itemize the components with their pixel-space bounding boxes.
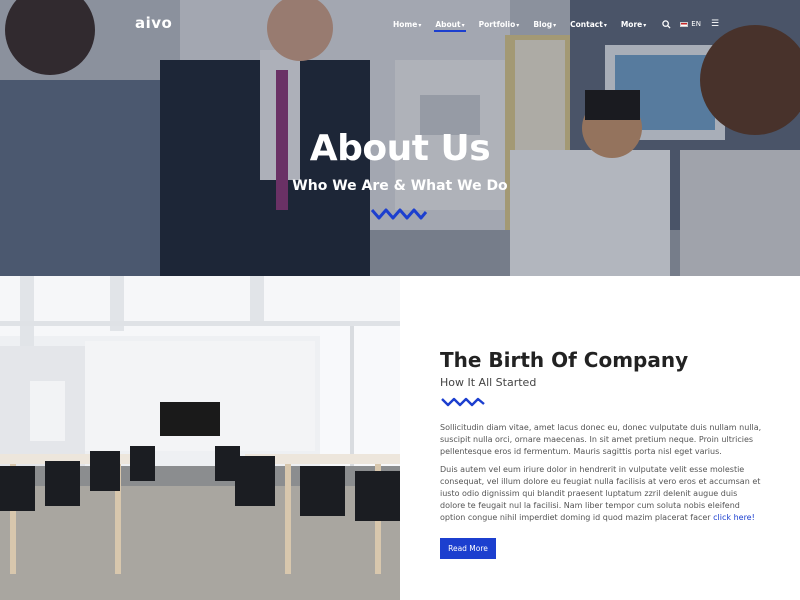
section-subtitle: How It All Started (440, 376, 537, 389)
read-more-button[interactable]: Read More (440, 538, 496, 559)
language-selector[interactable]: EN (680, 20, 701, 28)
section-paragraph-2: Duis autem vel eum iriure dolor in hendr… (440, 464, 762, 524)
nav-portfolio[interactable]: Portfolio▾ (479, 20, 520, 29)
nav-about[interactable]: About▾ (434, 20, 466, 32)
section-paragraph-1: Sollicitudin diam vitae, amet lacus done… (440, 423, 762, 456)
chevron-down-icon: ▾ (643, 21, 647, 29)
main-nav: Home▾ About▾ Portfolio▾ Blog▾ Contact▾ M… (393, 19, 719, 32)
page-subtitle: Who We Are & What We Do (292, 178, 508, 194)
hero-banner: aivo Home▾ About▾ Portfolio▾ Blog▾ Conta… (0, 0, 800, 276)
logo[interactable]: aivo (135, 14, 172, 32)
menu-icon[interactable]: ☰ (711, 19, 719, 29)
zigzag-divider-icon (370, 208, 428, 220)
section-title: The Birth Of Company (440, 348, 689, 372)
about-section: The Birth Of Company How It All Started … (400, 276, 800, 600)
chevron-down-icon: ▾ (461, 21, 465, 29)
chevron-down-icon: ▾ (516, 21, 520, 29)
nav-blog[interactable]: Blog▾ (533, 20, 556, 29)
office-photo (0, 276, 400, 600)
nav-home[interactable]: Home▾ (393, 20, 421, 29)
zigzag-divider-icon (441, 397, 485, 407)
nav-more[interactable]: More▾ (621, 20, 646, 29)
chevron-down-icon: ▾ (553, 21, 557, 29)
language-label: EN (691, 20, 701, 28)
search-icon[interactable] (662, 19, 671, 29)
page-title: About Us (309, 128, 491, 169)
nav-contact[interactable]: Contact▾ (570, 20, 607, 29)
flag-icon (680, 21, 689, 27)
chevron-down-icon: ▾ (418, 21, 422, 29)
click-here-link[interactable]: click here! (713, 513, 755, 522)
chevron-down-icon: ▾ (603, 21, 607, 29)
